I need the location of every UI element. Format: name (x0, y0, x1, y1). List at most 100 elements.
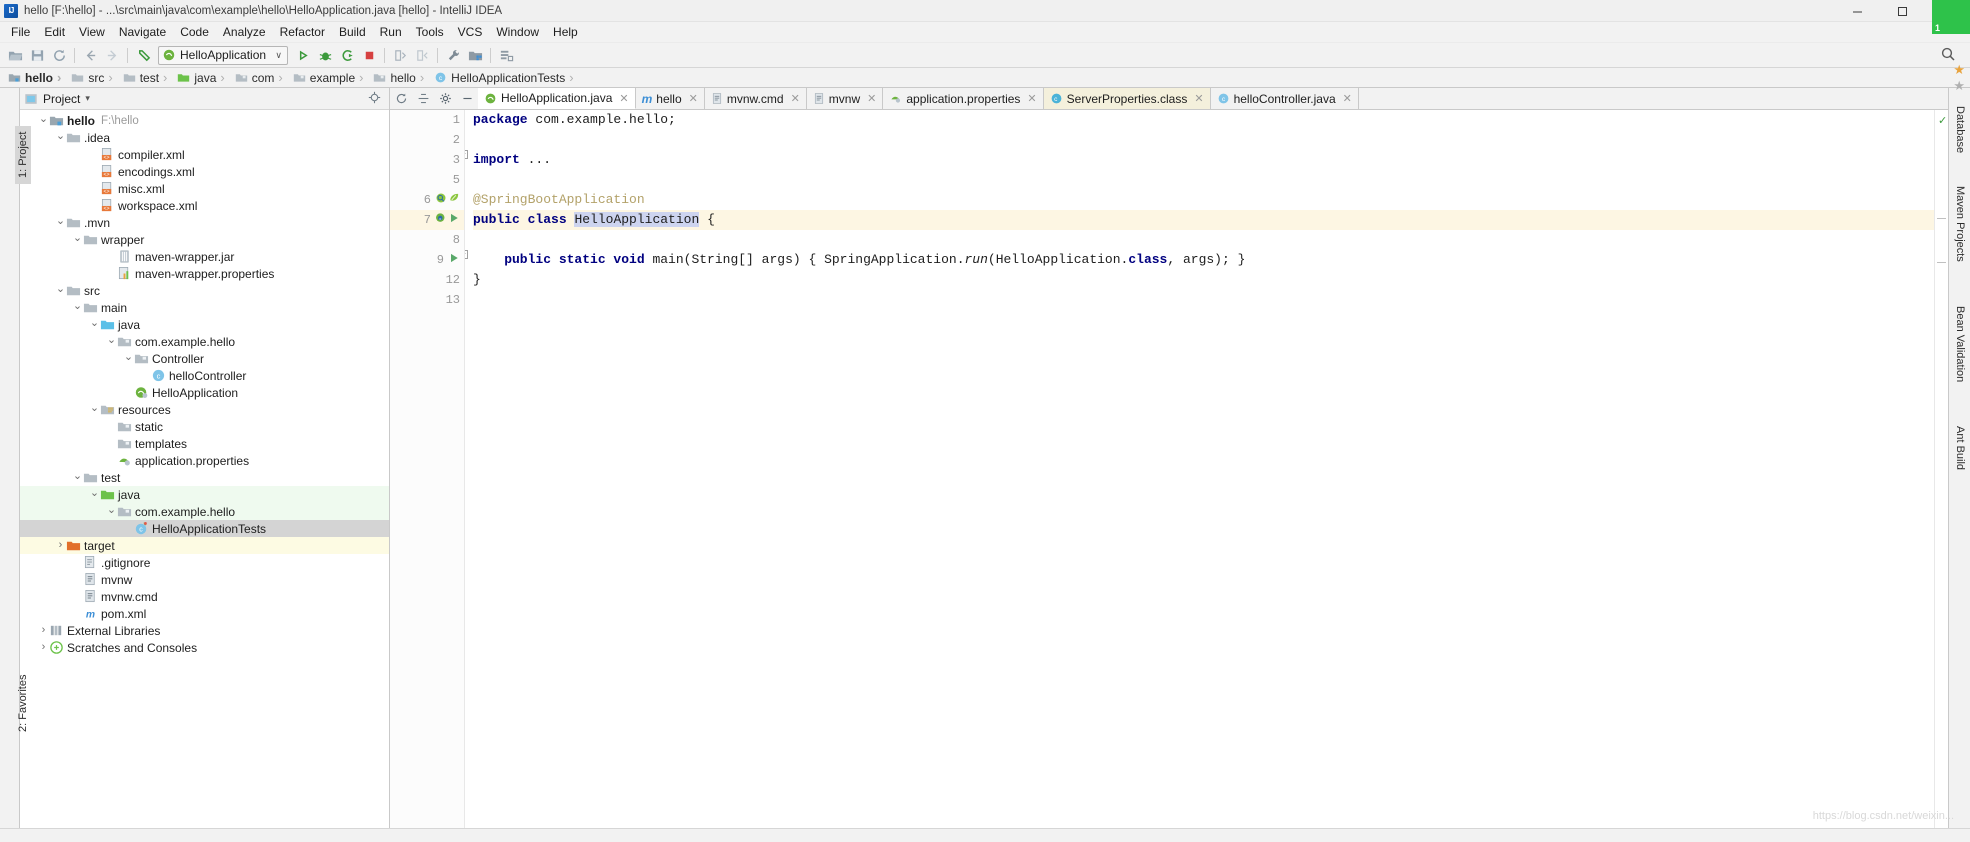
chevron-down-icon[interactable]: ⌄ (89, 318, 100, 330)
tree-item-maven-wrapper-properties[interactable]: maven-wrapper.properties (20, 265, 389, 282)
close-icon[interactable]: ✕ (689, 92, 698, 105)
gutter-line-1[interactable]: 1 (390, 110, 464, 130)
spring-bean-icon[interactable] (435, 192, 447, 208)
tree-item-encodings-xml[interactable]: <> encodings.xml (20, 163, 389, 180)
chevron-down-icon[interactable]: ∨ (275, 50, 282, 61)
tool-window-tab-bean-validation[interactable]: Bean Validation (1954, 306, 1966, 382)
tree-item-idea[interactable]: ⌄ .idea (20, 129, 389, 146)
chevron-down-icon[interactable]: ⌄ (106, 335, 117, 347)
code-line-7[interactable]: public class HelloApplication { (473, 210, 1934, 230)
tree-item-com-example-hello[interactable]: ⌄ com.example.hello (20, 333, 389, 350)
tree-item-mvnw[interactable]: mvnw (20, 571, 389, 588)
editor-tab-hello[interactable]: m hello ✕ (635, 88, 705, 109)
code-line-12[interactable]: } (473, 270, 1934, 290)
chevron-down-icon[interactable]: ⌄ (55, 284, 66, 296)
tool-window-tab-project[interactable]: 1: Project (15, 125, 31, 184)
gutter-line-13[interactable]: 13 (390, 290, 464, 310)
run-green-triangle-icon[interactable] (448, 252, 460, 268)
menu-window[interactable]: Window (489, 23, 546, 41)
tree-item-static[interactable]: static (20, 418, 389, 435)
code-line-6[interactable]: @SpringBootApplication (473, 190, 1934, 210)
menu-help[interactable]: Help (546, 23, 585, 41)
tree-item-java[interactable]: ⌄ java (20, 486, 389, 503)
tree-item-misc-xml[interactable]: <> misc.xml (20, 180, 389, 197)
editor-tab-mvnw[interactable]: mvnw ✕ (806, 88, 884, 109)
code-line-2[interactable] (473, 130, 1934, 150)
code-line-5[interactable] (473, 170, 1934, 190)
code-line-1[interactable]: package com.example.hello; (473, 110, 1934, 130)
chevron-down-icon[interactable]: ⌄ (123, 352, 134, 364)
settings-wrench-icon[interactable] (442, 45, 464, 66)
gutter-line-2[interactable]: 2 (390, 130, 464, 150)
tree-item-scratches-and-consoles[interactable]: › Scratches and Consoles (20, 639, 389, 656)
restore-layout-icon[interactable] (390, 88, 412, 109)
tree-item-target[interactable]: › target (20, 537, 389, 554)
chevron-down-icon[interactable]: ⌄ (72, 471, 83, 483)
tree-item-mvnw-cmd[interactable]: mvnw.cmd (20, 588, 389, 605)
menu-file[interactable]: File (4, 23, 37, 41)
editor-tab-mvnw-cmd[interactable]: mvnw.cmd ✕ (704, 88, 807, 109)
gutter-line-12[interactable]: 12 (390, 270, 464, 290)
menu-analyze[interactable]: Analyze (216, 23, 273, 41)
menu-view[interactable]: View (72, 23, 112, 41)
sdk-manager-icon[interactable] (495, 45, 517, 66)
chevron-right-icon[interactable]: › (38, 625, 49, 636)
menu-build[interactable]: Build (332, 23, 373, 41)
gutter-line-5[interactable]: 5 (390, 170, 464, 190)
chevron-down-icon[interactable]: ▾ (85, 93, 90, 104)
tree-item-compiler-xml[interactable]: <> compiler.xml (20, 146, 389, 163)
tree-item-controller[interactable]: ⌄ Controller (20, 350, 389, 367)
tree-item-com-example-hello[interactable]: ⌄ com.example.hello (20, 503, 389, 520)
tree-item-hello[interactable]: ⌄ hello F:\hello (20, 112, 389, 129)
close-icon[interactable]: ✕ (1194, 92, 1203, 105)
run-configuration-selector[interactable]: HelloApplication ∨ (158, 45, 288, 65)
tree-item-gitignore[interactable]: .gitignore (20, 554, 389, 571)
tree-item-helloapplication[interactable]: HelloApplication (20, 384, 389, 401)
breadcrumb-item-com[interactable]: com › (233, 70, 291, 85)
open-folder-icon[interactable] (4, 45, 26, 66)
tree-item-templates[interactable]: templates (20, 435, 389, 452)
breadcrumb-item-hello-package[interactable]: hello › (371, 70, 432, 85)
tool-window-tab-favorites[interactable]: 2: Favorites (15, 669, 31, 738)
chevron-down-icon[interactable]: ⌄ (38, 114, 49, 126)
chevron-down-icon[interactable]: ⌄ (72, 233, 83, 245)
run-icon[interactable] (292, 45, 314, 66)
tree-item-hellocontroller[interactable]: c helloController (20, 367, 389, 384)
hide-icon[interactable] (456, 88, 478, 109)
code-line-3[interactable]: −import ... (465, 150, 1934, 170)
rerun-icon[interactable] (411, 45, 433, 66)
spring-leaf-icon[interactable] (448, 192, 460, 208)
chevron-down-icon[interactable]: ⌄ (55, 216, 66, 228)
tree-item-helloapplicationtests[interactable]: c HelloApplicationTests (20, 520, 389, 537)
chevron-down-icon[interactable]: ⌄ (106, 505, 117, 517)
tree-item-external-libraries[interactable]: › External Libraries (20, 622, 389, 639)
menu-refactor[interactable]: Refactor (273, 23, 332, 41)
tree-item-main[interactable]: ⌄ main (20, 299, 389, 316)
code-fold-toggle-icon[interactable]: − (465, 250, 468, 259)
code-line-13[interactable] (473, 290, 1934, 310)
breadcrumb-item-hello-module[interactable]: hello › (6, 70, 69, 85)
editor-tab-serverproperties-class[interactable]: c ServerProperties.class ✕ (1043, 88, 1211, 109)
stop-icon[interactable] (358, 45, 380, 66)
minimize-button[interactable] (1835, 0, 1880, 22)
tree-item-wrapper[interactable]: ⌄ wrapper (20, 231, 389, 248)
spring-boot-gutter-icon[interactable]: c (435, 212, 447, 228)
menu-run[interactable]: Run (373, 23, 409, 41)
editor-markup-rail[interactable]: ✓ (1934, 110, 1948, 828)
maximize-button[interactable] (1880, 0, 1925, 22)
tree-item-pom-xml[interactable]: m pom.xml (20, 605, 389, 622)
chevron-down-icon[interactable]: ⌄ (72, 301, 83, 313)
run-coverage-icon[interactable] (336, 45, 358, 66)
breadcrumb-item-src[interactable]: src › (69, 70, 120, 85)
breadcrumb-item-java[interactable]: java › (175, 70, 232, 85)
notification-badge[interactable]: 1 (1932, 0, 1970, 34)
project-structure-icon[interactable] (464, 45, 486, 66)
target-locate-icon[interactable] (368, 91, 381, 107)
tree-item-test[interactable]: ⌄ test (20, 469, 389, 486)
tree-item-workspace-xml[interactable]: <> workspace.xml (20, 197, 389, 214)
breadcrumb-item-helloapplicationtests[interactable]: c HelloApplicationTests › (432, 70, 581, 85)
close-icon[interactable]: ✕ (1343, 92, 1352, 105)
undo-icon[interactable] (132, 45, 154, 66)
chevron-down-icon[interactable]: ⌄ (55, 131, 66, 143)
back-arrow-icon[interactable] (79, 45, 101, 66)
